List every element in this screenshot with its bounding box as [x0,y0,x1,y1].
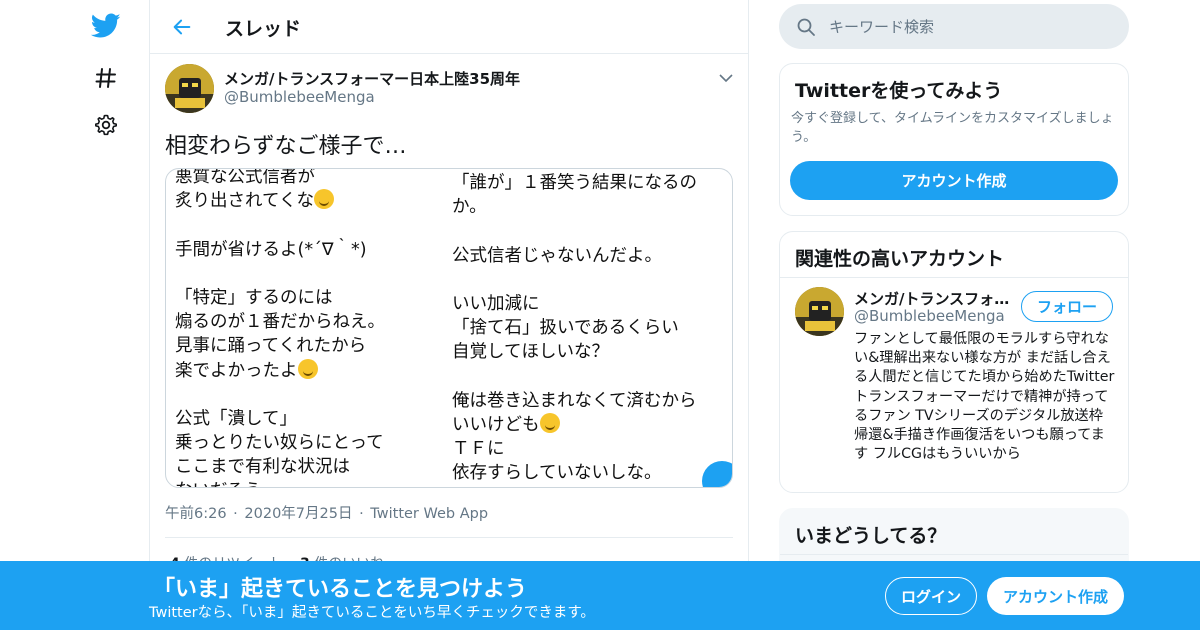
search-icon [796,17,816,37]
avatar[interactable] [795,287,844,336]
signup-banner: 「いま」起きていることを見つけよう Twitterなら、「いま」起きていることを… [0,561,1200,630]
tweet-date[interactable]: 2020年7月25日 [244,506,352,522]
login-button[interactable]: ログイン [885,577,977,615]
image-text-line: 手間が省けるよ(*´∇｀*) [175,239,367,260]
media-corner-badge [702,461,732,487]
image-text-line: 「誰が」１番笑う結果になるの [452,173,697,193]
author-name[interactable]: メンガ/トランスフォーマー日本上陸35周年 [224,68,520,89]
signup-card-title: Twitterを使ってみよう [795,80,1003,102]
hashtag-icon[interactable] [91,63,121,93]
signup-card-description: 今すぐ登録して、タイムラインをカスタマイズしましょう。 [791,111,1114,145]
image-text-line: 煽るのが１番だからねえ。 [175,312,385,333]
smile-emoji-icon [297,358,318,379]
image-text-line: 「捨て石」扱いであるくらい [452,318,679,339]
image-text-line [452,219,697,243]
related-account-bio: ファンとして最低限のモラルすら守れない&理解出来ない様な方が まだ話し合える人間… [854,331,1115,463]
related-card-title: 関連性の高いアカウント [795,248,1005,270]
image-text-line: ＴＦに [452,439,505,460]
search-input[interactable] [829,4,1109,49]
meta-separator: · [233,506,238,522]
sweat-smile-emoji-icon [539,412,560,433]
thread-header: スレッド [150,0,748,54]
image-text-line: 乗っとりたい奴らにとって [175,433,384,454]
tweet-image[interactable]: 悪質な公式信者が 炙り出されてくな 手間が省けるよ(*´∇｀*) 「特定」するの… [165,168,733,488]
related-accounts-card: 関連性の高いアカウント メンガ/トランスフォーマー日本上陸35周年 @Bumbl… [779,231,1129,493]
chevron-down-icon[interactable] [718,70,734,86]
image-text-line: 「特定」するのには [175,287,333,308]
follow-button[interactable]: フォロー [1021,291,1113,322]
image-text-line: 公式信者じゃないんだよ。 [452,245,662,266]
tweet-text: 相変わらずなご様子で… [165,134,407,159]
image-text-line: 悪質な公式信者が [175,168,315,187]
image-text-line: いい加減に [452,293,540,314]
author-handle[interactable]: @BumblebeeMenga [224,88,375,106]
search-bar[interactable] [779,4,1129,49]
image-text-line [175,262,385,286]
create-account-button[interactable]: アカウント作成 [790,161,1118,200]
image-text-line: 俺は巻き込まれなくて済むから [452,390,697,411]
related-account-handle[interactable]: @BumblebeeMenga [854,307,1005,325]
page-title: スレッド [225,18,302,40]
arrow-left-icon [173,19,191,35]
divider [780,277,1128,278]
image-text-line: ないだろう [175,479,385,487]
twitter-bird-icon[interactable] [91,11,121,41]
image-text-line: 依存すらしていないしな。 [452,463,662,484]
avatar[interactable] [165,64,214,113]
image-text-line [452,365,697,389]
image-text-line [452,268,697,292]
image-text-line: 炙り出されてくな [175,189,385,213]
back-button[interactable] [168,13,196,41]
image-text-line [175,213,385,237]
trends-card-title: いまどうしてる？ [795,525,947,547]
image-text-line: 公式「潰して」 [175,408,297,429]
image-text-right: 「誰が」１番笑う結果になるの か。 公式信者じゃないんだよ。 いい加減に 「捨て… [452,171,697,485]
banner-title: 「いま」起きていることを見つけよう [153,577,528,602]
signup-card: Twitterを使ってみよう 今すぐ登録して、タイムラインをカスタマイズしましょ… [779,63,1129,216]
image-text-line: 楽でよかったよ [175,358,385,383]
image-text-line: ここまで有利な状況は [175,457,350,478]
tweet-meta: 午前6:26 · 2020年7月25日 · Twitter Web App [165,502,490,523]
banner-subtitle: Twitterなら、「いま」起きていることをいち早くチェックできます。 [149,605,595,621]
banner-create-account-button[interactable]: アカウント作成 [987,577,1124,615]
tweet-source[interactable]: Twitter Web App [370,506,488,522]
gear-icon[interactable] [91,110,121,140]
image-text-left: 悪質な公式信者が 炙り出されてくな 手間が省けるよ(*´∇｀*) 「特定」するの… [175,168,385,487]
left-nav [80,0,130,630]
image-text-line: いいけども [452,412,697,437]
divider [165,537,733,538]
image-text-line [175,383,385,407]
tweet-time[interactable]: 午前6:26 [165,506,227,522]
image-text-line: 見事に踊ってくれたから [175,336,367,357]
image-text-line: か。 [452,197,487,218]
image-text-line: 自覚してほしいな？ [452,342,609,363]
divider [780,554,1128,555]
meta-separator: · [359,506,364,522]
main-column: スレッド メンガ/トランスフォーマー日本上陸35周年 @BumblebeeMen… [149,0,749,630]
sweat-smile-emoji-icon [313,189,334,210]
related-account-name[interactable]: メンガ/トランスフォーマー日本上陸35周年 [854,288,1014,309]
